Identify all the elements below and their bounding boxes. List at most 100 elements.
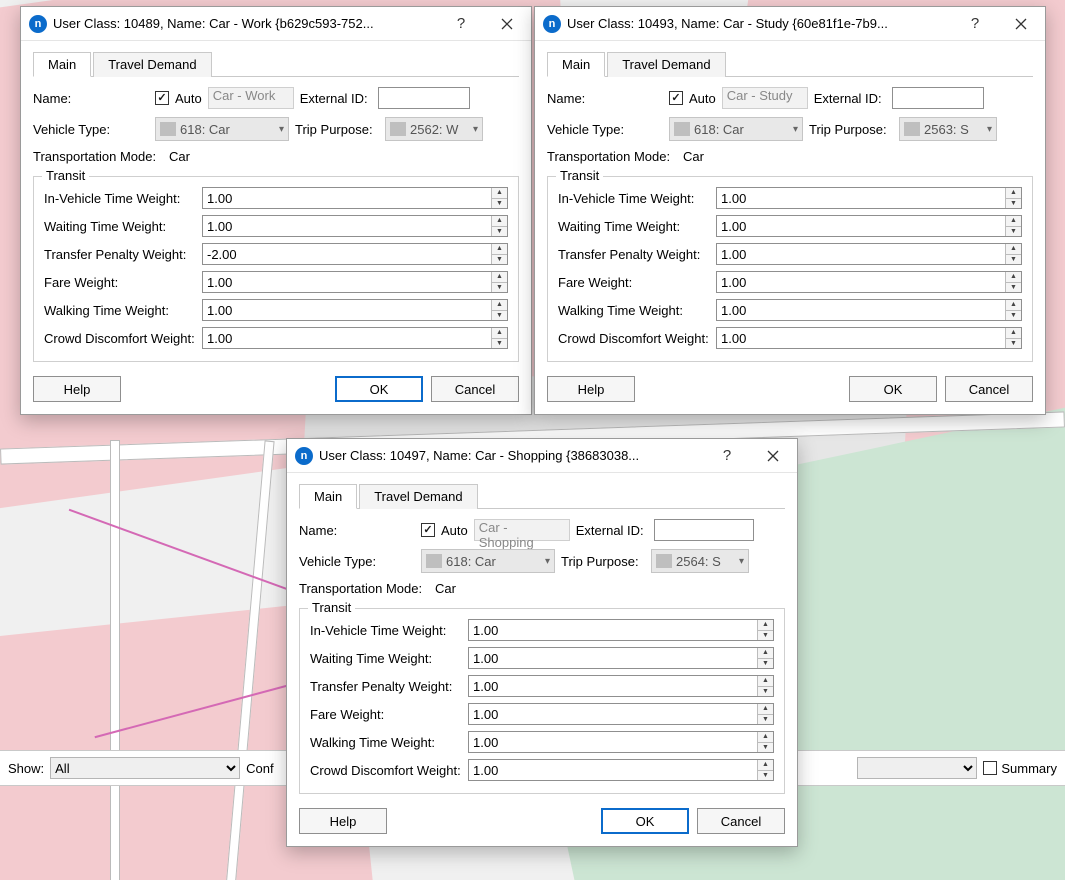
titlebar[interactable]: n User Class: 10497, Name: Car - Shoppin…: [287, 439, 797, 473]
cancel-button[interactable]: Cancel: [431, 376, 519, 402]
help-button[interactable]: Help: [547, 376, 635, 402]
close-icon[interactable]: [1001, 10, 1041, 38]
spin-down-icon: ▼: [492, 198, 507, 209]
ok-button[interactable]: OK: [849, 376, 937, 402]
waiting-spinner[interactable]: 1.00▲▼: [716, 215, 1022, 237]
right-select[interactable]: [857, 757, 977, 779]
ok-button[interactable]: OK: [335, 376, 423, 402]
chevron-down-icon: ▾: [473, 124, 478, 135]
vehicle-type-combo[interactable]: 618: Car ▾: [421, 549, 555, 573]
vehicle-type-combo[interactable]: 618: Car ▾: [155, 117, 289, 141]
tab-travel-demand[interactable]: Travel Demand: [93, 52, 211, 77]
car-icon: [160, 122, 176, 136]
show-label: Show:: [8, 761, 44, 776]
help-icon[interactable]: ?: [707, 442, 747, 470]
tab-main[interactable]: Main: [299, 484, 357, 509]
transfer-spinner[interactable]: 1.00▲▼: [468, 675, 774, 697]
titlebar[interactable]: n User Class: 10489, Name: Car - Work {b…: [21, 7, 531, 41]
trip-purpose-combo[interactable]: 2562: W ▾: [385, 117, 483, 141]
tab-main[interactable]: Main: [33, 52, 91, 77]
purpose-icon: [390, 122, 406, 136]
external-id-field[interactable]: [378, 87, 470, 109]
auto-checkbox[interactable]: [669, 91, 683, 105]
auto-checkbox[interactable]: [155, 91, 169, 105]
chevron-down-icon: ▾: [545, 556, 550, 567]
show-select[interactable]: All: [50, 757, 240, 779]
user-class-dialog-shopping: n User Class: 10497, Name: Car - Shoppin…: [286, 438, 798, 847]
purpose-icon: [656, 554, 672, 568]
crowd-spinner[interactable]: 1.00▲▼: [716, 327, 1022, 349]
transit-fieldset: Transit In-Vehicle Time Weight:1.00▲▼ Wa…: [33, 176, 519, 362]
chevron-down-icon: ▾: [987, 124, 992, 135]
purpose-icon: [904, 122, 920, 136]
close-icon[interactable]: [753, 442, 793, 470]
fare-spinner[interactable]: 1.00▲▼: [716, 271, 1022, 293]
vehicle-type-combo[interactable]: 618: Car ▾: [669, 117, 803, 141]
close-icon[interactable]: [487, 10, 527, 38]
in-vehicle-spinner[interactable]: 1.00▲▼: [468, 619, 774, 641]
waiting-spinner[interactable]: 1.00▲▼: [468, 647, 774, 669]
transportation-mode-label: Transportation Mode:: [299, 581, 429, 596]
trip-purpose-label: Trip Purpose:: [809, 122, 893, 137]
transfer-spinner[interactable]: 1.00▲▼: [716, 243, 1022, 265]
name-field[interactable]: Car - Shopping: [474, 519, 570, 541]
app-icon: n: [295, 447, 313, 465]
crowd-spinner[interactable]: 1.00▲▼: [202, 327, 508, 349]
transfer-spinner[interactable]: -2.00▲▼: [202, 243, 508, 265]
waiting-spinner[interactable]: 1.00▲▼: [202, 215, 508, 237]
help-button[interactable]: Help: [299, 808, 387, 834]
tab-travel-demand[interactable]: Travel Demand: [607, 52, 725, 77]
help-button[interactable]: Help: [33, 376, 121, 402]
auto-checkbox[interactable]: [421, 523, 435, 537]
transit-legend: Transit: [308, 600, 355, 615]
window-title: User Class: 10489, Name: Car - Work {b62…: [53, 16, 435, 31]
crowd-label: Crowd Discomfort Weight:: [44, 331, 198, 346]
trip-purpose-label: Trip Purpose:: [561, 554, 645, 569]
ok-button[interactable]: OK: [601, 808, 689, 834]
chevron-down-icon: ▾: [793, 124, 798, 135]
transit-legend: Transit: [42, 168, 89, 183]
external-id-field[interactable]: [654, 519, 754, 541]
transportation-mode-value: Car: [169, 149, 190, 164]
chevron-down-icon: ▾: [739, 556, 744, 567]
help-icon[interactable]: ?: [955, 10, 995, 38]
cancel-button[interactable]: Cancel: [945, 376, 1033, 402]
fare-label: Fare Weight:: [44, 275, 198, 290]
transit-fieldset: Transit In-Vehicle Time Weight:1.00▲▼ Wa…: [547, 176, 1033, 362]
vehicle-type-label: Vehicle Type:: [547, 122, 663, 137]
tab-travel-demand[interactable]: Travel Demand: [359, 484, 477, 509]
auto-label: Auto: [175, 91, 202, 106]
walking-spinner[interactable]: 1.00▲▼: [716, 299, 1022, 321]
in-vehicle-spinner[interactable]: 1.00▲▼: [202, 187, 508, 209]
trip-purpose-combo[interactable]: 2563: S ▾: [899, 117, 997, 141]
fare-spinner[interactable]: 1.00▲▼: [468, 703, 774, 725]
in-vehicle-spinner[interactable]: 1.00▲▼: [716, 187, 1022, 209]
app-icon: n: [29, 15, 47, 33]
auto-label: Auto: [441, 523, 468, 538]
fare-spinner[interactable]: 1.00▲▼: [202, 271, 508, 293]
tab-bar: Main Travel Demand: [33, 51, 519, 77]
name-field[interactable]: Car - Study: [722, 87, 808, 109]
name-field[interactable]: Car - Work: [208, 87, 294, 109]
trip-purpose-combo[interactable]: 2564: S ▾: [651, 549, 749, 573]
summary-checkbox[interactable]: [983, 761, 997, 775]
tab-main[interactable]: Main: [547, 52, 605, 77]
summary-label: Summary: [1001, 761, 1057, 776]
tab-bar: Main Travel Demand: [299, 483, 785, 509]
transit-legend: Transit: [556, 168, 603, 183]
walking-spinner[interactable]: 1.00▲▼: [468, 731, 774, 753]
name-label: Name:: [299, 523, 415, 538]
walking-spinner[interactable]: 1.00▲▼: [202, 299, 508, 321]
external-id-field[interactable]: [892, 87, 984, 109]
titlebar[interactable]: n User Class: 10493, Name: Car - Study {…: [535, 7, 1045, 41]
cancel-button[interactable]: Cancel: [697, 808, 785, 834]
external-id-label: External ID:: [300, 91, 372, 106]
crowd-spinner[interactable]: 1.00▲▼: [468, 759, 774, 781]
spin-up-icon: ▲: [492, 188, 507, 198]
transit-fieldset: Transit In-Vehicle Time Weight:1.00▲▼ Wa…: [299, 608, 785, 794]
tab-bar: Main Travel Demand: [547, 51, 1033, 77]
summary-checkbox-wrap[interactable]: Summary: [983, 761, 1057, 776]
transportation-mode-label: Transportation Mode:: [33, 149, 163, 164]
vehicle-type-label: Vehicle Type:: [299, 554, 415, 569]
help-icon[interactable]: ?: [441, 10, 481, 38]
